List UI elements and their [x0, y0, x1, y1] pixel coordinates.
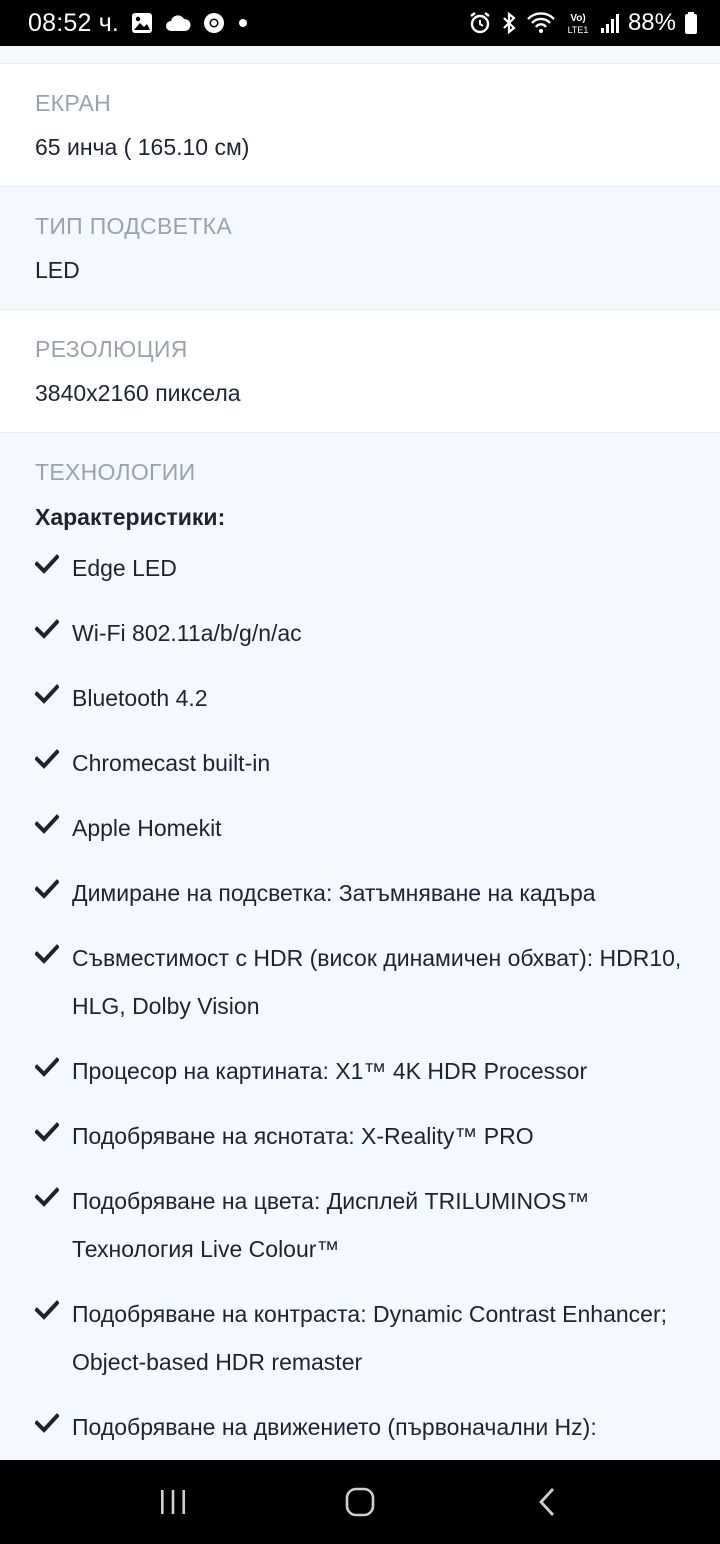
- feature-item: Димиране на подсветка: Затъмняване на ка…: [34, 869, 685, 917]
- feature-item: Съвместимост с HDR (висок динамичен обхв…: [34, 934, 685, 1030]
- check-icon: [34, 1112, 72, 1147]
- feature-text: Wi-Fi 802.11a/b/g/n/ac: [72, 620, 302, 646]
- home-icon: [345, 1487, 375, 1517]
- spec-resolution: РЕЗОЛЮЦИЯ 3840x2160 пиксела: [0, 310, 720, 433]
- feature-item: Процесор на картината: X1™ 4K HDR Proces…: [34, 1047, 685, 1095]
- check-icon: [34, 1403, 72, 1438]
- feature-text: Съвместимост с HDR (висок динамичен обхв…: [72, 945, 682, 1019]
- feature-text: Bluetooth 4.2: [72, 685, 208, 711]
- features-list: Edge LED Wi-Fi 802.11a/b/g/n/ac Bluetooth …: [34, 544, 685, 1460]
- dot-icon: [237, 17, 249, 29]
- back-button[interactable]: [507, 1472, 587, 1532]
- feature-text: Chromecast built-in: [72, 750, 271, 776]
- bluetooth-icon: [500, 11, 518, 35]
- feature-item: Apple Homekit: [34, 804, 685, 852]
- battery-level: 88%: [627, 9, 676, 36]
- check-icon: [34, 1177, 72, 1212]
- recent-apps-button[interactable]: [133, 1472, 213, 1532]
- feature-text: Димиране на подсветка: Затъмняване на ка…: [72, 880, 596, 906]
- feature-item: Подобряване на движението (първоначални …: [34, 1403, 685, 1460]
- svg-text:Vo): Vo): [570, 13, 585, 24]
- home-button[interactable]: [320, 1472, 400, 1532]
- feature-item: Подобряване на контраста: Dynamic Contra…: [34, 1290, 685, 1386]
- status-left: 08:52 ч.: [28, 9, 249, 38]
- battery-icon: [684, 11, 698, 35]
- spec-technologies: ТЕХНОЛОГИИ Характеристики: Edge LED Wi-Fi…: [0, 433, 720, 1460]
- feature-item: Подобряване на яснотата: X-Reality™ PRO: [34, 1112, 685, 1160]
- product-specs: ЕКРАН 65 инча ( 165.10 см) ТИП ПОДСВЕТКА…: [0, 46, 720, 1460]
- features-title: Характеристики:: [35, 504, 226, 530]
- check-icon: [34, 1047, 72, 1082]
- spec-value: 65 инча ( 165.10 см): [35, 134, 250, 160]
- cloud-icon: [165, 13, 191, 33]
- feature-item: Chromecast built-in: [34, 739, 685, 787]
- feature-item: Подобряване на цвета: Дисплей TRILUMINOS…: [34, 1177, 685, 1273]
- check-icon: [34, 674, 72, 709]
- feature-text: Подобряване на цвета: Дисплей TRILUMINOS…: [72, 1188, 590, 1262]
- check-icon: [34, 1290, 72, 1325]
- check-icon: [34, 739, 72, 774]
- chrome-icon: [203, 12, 225, 34]
- feature-item: Wi-Fi 802.11a/b/g/n/ac: [34, 609, 685, 657]
- feature-text: Edge LED: [72, 555, 177, 581]
- feature-text: Apple Homekit: [72, 815, 222, 841]
- spec-label: ТЕХНОЛОГИИ: [35, 459, 196, 485]
- feature-text: Подобряване на контраста: Dynamic Contra…: [72, 1301, 668, 1375]
- feature-text: Процесор на картината: X1™ 4K HDR Proces…: [72, 1058, 588, 1084]
- signal-icon: [600, 12, 620, 34]
- status-time: 08:52 ч.: [28, 8, 120, 37]
- check-icon: [34, 869, 72, 904]
- back-icon: [538, 1488, 554, 1516]
- gallery-icon: [131, 12, 153, 34]
- wifi-icon: [526, 11, 556, 35]
- feature-item: Edge LED: [34, 544, 685, 592]
- top-divider: [0, 46, 720, 64]
- alarm-icon: [468, 11, 492, 35]
- feature-text: Подобряване на яснотата: X-Reality™ PRO: [72, 1123, 534, 1149]
- spec-label: ЕКРАН: [35, 90, 111, 116]
- spec-value: LED: [35, 257, 80, 283]
- spec-backlight: ТИП ПОДСВЕТКА LED: [0, 187, 720, 310]
- recent-apps-icon: [161, 1490, 186, 1514]
- spec-label: РЕЗОЛЮЦИЯ: [35, 336, 188, 362]
- status-right: Vo) LTE1 88%: [468, 9, 698, 37]
- check-icon: [34, 934, 72, 969]
- check-icon: [34, 544, 72, 579]
- spec-label: ТИП ПОДСВЕТКА: [35, 213, 232, 239]
- svg-text:LTE1: LTE1: [568, 25, 589, 35]
- volte-icon: Vo) LTE1: [564, 10, 592, 36]
- navigation-bar: [0, 1460, 720, 1544]
- check-icon: [34, 804, 72, 839]
- spec-value: 3840x2160 пиксела: [35, 380, 241, 406]
- spec-screen: ЕКРАН 65 инча ( 165.10 см): [0, 64, 720, 187]
- status-bar: 08:52 ч. Vo) LTE1 88%: [0, 0, 720, 46]
- check-icon: [34, 609, 72, 644]
- feature-text: Подобряване на движението (първоначални …: [72, 1414, 597, 1440]
- feature-item: Bluetooth 4.2: [34, 674, 685, 722]
